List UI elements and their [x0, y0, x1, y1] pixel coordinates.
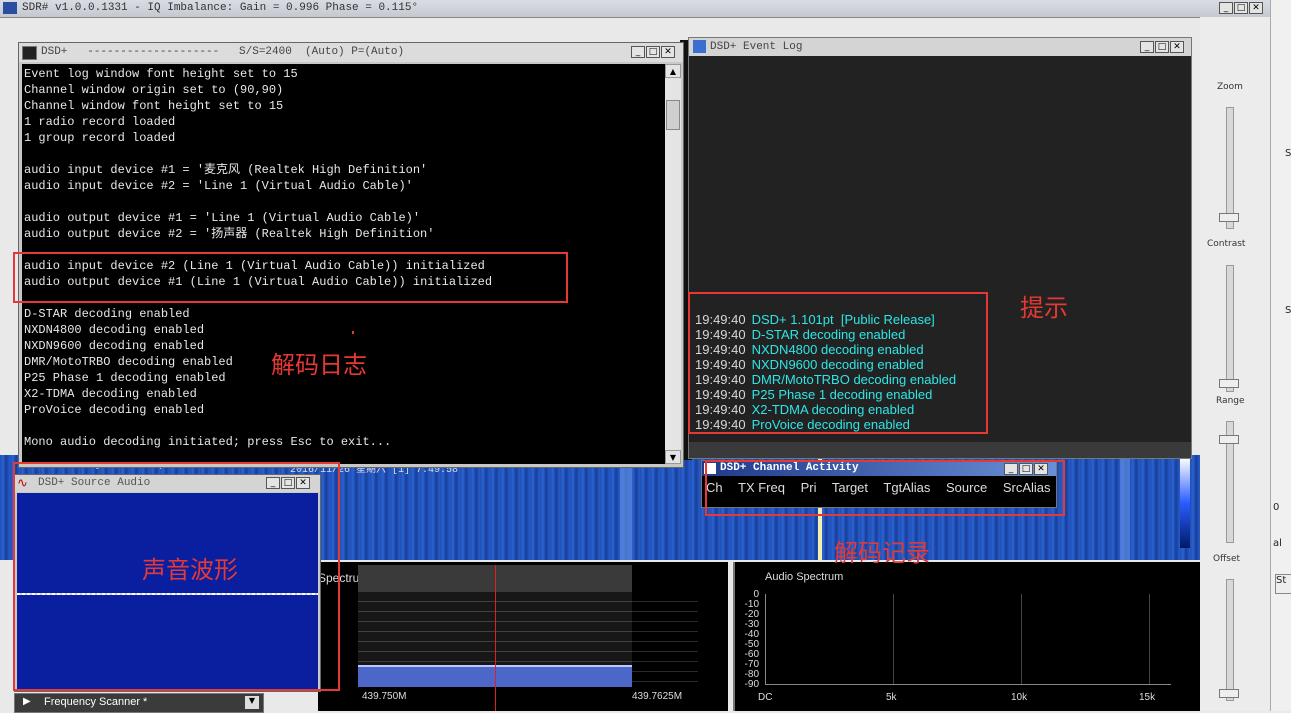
console-line: ProVoice decoding enabled — [24, 403, 205, 417]
annotation-decode-log: 解码日志 — [271, 351, 367, 379]
console-line: Mono audio decoding initiated; press Esc… — [24, 435, 392, 449]
frequency-scanner-bar[interactable]: ▶ Frequency Scanner * ▼ — [14, 693, 264, 713]
annotation-decode-record: 解码记录 — [834, 539, 930, 567]
spectrum-freq-right: 439.7625M — [632, 691, 683, 702]
annotation-box-hint — [688, 292, 988, 434]
maximize-button[interactable]: □ — [1234, 2, 1248, 14]
console-line: 1 radio record loaded — [24, 115, 176, 129]
console-line: NXDN4800 decoding enabled — [24, 323, 205, 337]
scroll-down-button[interactable]: ▼ — [665, 450, 681, 464]
console-line: Channel window origin set to (90,90) — [24, 83, 284, 97]
sdr-window-title: SDR# v1.0.0.1331 - IQ Imbalance: Gain = … — [22, 2, 419, 14]
annotation-box-channel — [705, 460, 1065, 516]
console-line: Channel window font height set to 15 — [24, 99, 284, 113]
contrast-slider-thumb[interactable] — [1219, 379, 1239, 388]
sdr-title-bar: SDR# v1.0.0.1331 - IQ Imbalance: Gain = … — [0, 0, 1270, 18]
event-log-icon — [693, 40, 706, 53]
close-button[interactable]: ✕ — [1249, 2, 1263, 14]
annotation-box-init — [13, 252, 568, 303]
right-edge-zero: 0 — [1273, 502, 1280, 513]
display-controls-panel: Zoom Contrast Range Offset — [1200, 17, 1270, 711]
audio-x-label: 10k — [1011, 692, 1028, 703]
grid-vline-1 — [893, 594, 894, 684]
right-edge-s2: S — [1285, 305, 1291, 316]
event-log-title: DSD+ Event Log — [710, 41, 803, 53]
audio-spectrum-grid — [765, 594, 1171, 685]
audio-x-label: 5k — [886, 692, 897, 703]
annotation-waveform: 声音波形 — [142, 556, 238, 584]
expand-arrow-icon[interactable]: ▶ — [23, 696, 31, 707]
event-log-minimize-button[interactable]: _ — [1140, 41, 1154, 53]
dsd-app-icon — [22, 46, 37, 60]
minimize-button[interactable]: _ — [1219, 2, 1233, 14]
stray-red-dot — [352, 331, 354, 334]
console-line: 1 group record loaded — [24, 131, 176, 145]
right-edge-al: al — [1273, 538, 1282, 549]
range-slider-thumb[interactable] — [1219, 435, 1239, 444]
event-log-title-bar: DSD+ Event Log _ □ ✕ — [689, 38, 1191, 56]
dsd-main-title: DSD+ -------------------- S/S=2400 (Auto… — [41, 46, 405, 58]
audio-x-label: DC — [758, 692, 773, 703]
annotation-hint: 提示 — [1020, 294, 1068, 322]
range-label: Range — [1216, 396, 1245, 406]
console-line: Event log window font height set to 15 — [24, 67, 298, 81]
waterfall-color-bar — [1180, 458, 1190, 548]
zoom-slider-thumb[interactable] — [1219, 213, 1239, 222]
audio-spectrum-title: Audio Spectrum — [765, 571, 844, 583]
audio-spectrum-panel: Audio Spectrum 0 -10 -20 -30 -40 -50 -60… — [733, 562, 1202, 711]
offset-label: Offset — [1213, 554, 1241, 564]
console-line: D-STAR decoding enabled — [24, 307, 190, 321]
event-log-maximize-button[interactable]: □ — [1155, 41, 1169, 53]
contrast-label: Contrast — [1207, 239, 1246, 249]
scanner-dropdown-button[interactable]: ▼ — [245, 696, 259, 709]
spectrum-center-marker[interactable] — [495, 565, 496, 711]
right-edge-s1: S — [1285, 148, 1291, 159]
scroll-up-button[interactable]: ▲ — [665, 64, 681, 78]
zoom-label: Zoom — [1217, 82, 1243, 92]
contrast-slider-track[interactable] — [1226, 265, 1234, 392]
console-line: audio output device #1 = 'Line 1 (Virtua… — [24, 211, 421, 225]
console-line: audio input device #1 = '麦克风 (Realtek Hi… — [24, 163, 428, 177]
console-line: audio input device #2 = 'Line 1 (Virtual… — [24, 179, 413, 193]
audio-y-label: -90 — [744, 679, 759, 690]
dsd-main-title-bar: DSD+ -------------------- S/S=2400 (Auto… — [19, 43, 683, 62]
dsd-minimize-button[interactable]: _ — [631, 46, 645, 58]
sdr-app-icon — [3, 2, 17, 14]
waterfall-line-3 — [1120, 455, 1130, 560]
scroll-thumb[interactable] — [666, 100, 680, 130]
spectrum-freq-left: 439.750M — [362, 691, 407, 702]
dsd-console-scrollbar[interactable]: ▲ ▼ — [665, 64, 681, 464]
audio-x-label: 15k — [1139, 692, 1156, 703]
frequency-scanner-label: Frequency Scanner * — [44, 696, 148, 708]
console-line: audio output device #2 = '扬声器 (Realtek H… — [24, 227, 435, 241]
grid-vline-3 — [1149, 594, 1150, 684]
outer-right-strip — [1270, 0, 1291, 711]
event-log-bottom-bar — [689, 442, 1191, 458]
grid-vline-2 — [1021, 594, 1022, 684]
offset-slider-thumb[interactable] — [1219, 689, 1239, 698]
offset-slider-track[interactable] — [1226, 579, 1234, 701]
zoom-slider-track[interactable] — [1226, 107, 1234, 229]
dsd-maximize-button[interactable]: □ — [646, 46, 660, 58]
right-edge-start-button[interactable]: St — [1275, 574, 1291, 594]
waterfall-line-2 — [620, 455, 632, 560]
spectrum-panel: Spectrum 439.750M 439.7625M — [318, 562, 728, 711]
dsd-close-button[interactable]: ✕ — [661, 46, 675, 58]
console-line: X2-TDMA decoding enabled — [24, 387, 197, 401]
event-log-close-button[interactable]: ✕ — [1170, 41, 1184, 53]
